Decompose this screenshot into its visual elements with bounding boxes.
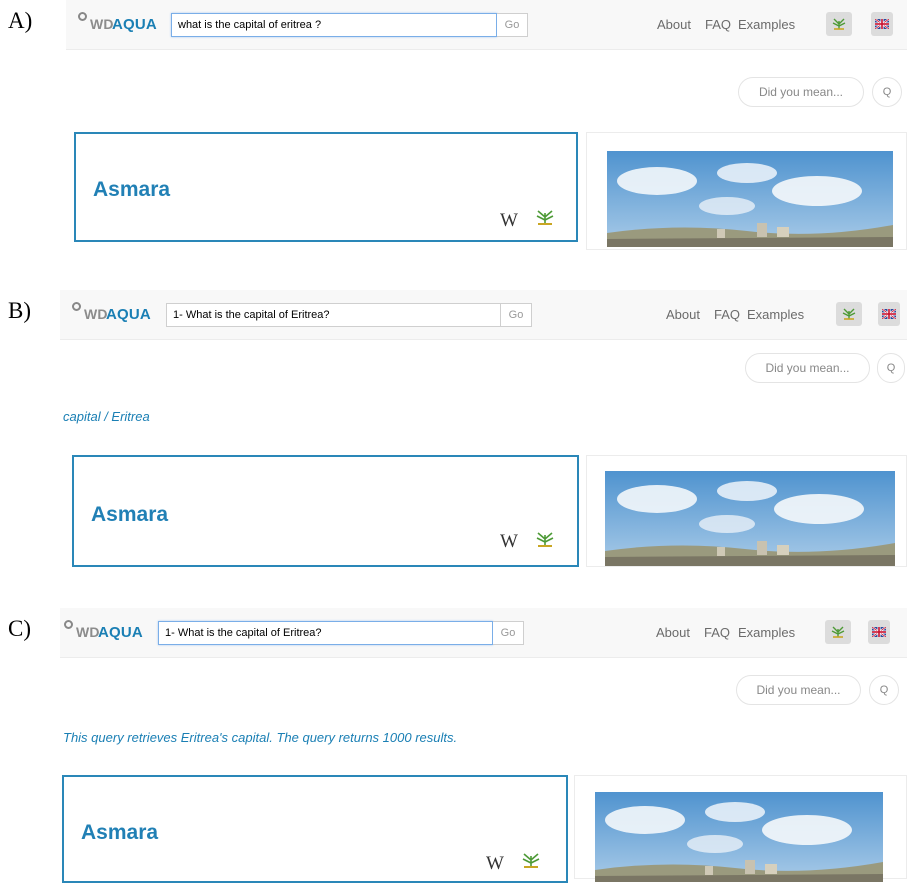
language-button[interactable] <box>871 12 893 36</box>
app-logo[interactable]: WD AQUA <box>72 302 164 328</box>
wikidata-logo-button[interactable] <box>826 12 852 36</box>
answer-label: Asmara <box>93 178 171 201</box>
language-button[interactable] <box>878 302 900 326</box>
nav-examples-link[interactable]: Examples <box>738 17 795 32</box>
wikidata-icon[interactable] <box>534 208 556 226</box>
logo-wd-text: WD <box>90 16 114 32</box>
uk-flag-icon <box>872 627 886 637</box>
go-button[interactable]: Go <box>497 13 528 37</box>
answer-image-card <box>574 775 907 882</box>
panel-label: B) <box>8 298 31 323</box>
search-input[interactable] <box>171 13 497 37</box>
panel-label: A) <box>8 8 33 33</box>
nav-faq-link[interactable]: FAQ <box>704 625 730 640</box>
did-you-mean-button[interactable]: Did you mean... <box>738 77 864 107</box>
panel-a: A) WD AQUA Go About FAQ Examples Did you… <box>0 0 907 270</box>
logo-aqua-text: AQUA <box>106 306 151 323</box>
wikidata-logo-button[interactable] <box>836 302 862 326</box>
panel-label: C) <box>8 616 31 641</box>
answer-card[interactable]: Asmara W <box>72 455 579 567</box>
panel-c: C) WD AQUA Go About FAQ Examples Did you… <box>0 608 907 883</box>
logo-ring-icon <box>78 12 87 21</box>
logo-wd-text: WD <box>76 624 100 640</box>
query-button[interactable]: Q <box>877 353 905 383</box>
logo-ring-icon <box>72 302 81 311</box>
nav-about-link[interactable]: About <box>666 307 700 322</box>
did-you-mean-button[interactable]: Did you mean... <box>736 675 861 705</box>
nav-examples-link[interactable]: Examples <box>747 307 804 322</box>
answer-card[interactable]: Asmara W <box>62 775 568 883</box>
interpretation-text: This query retrieves Eritrea's capital. … <box>63 730 458 745</box>
app-logo[interactable]: WD AQUA <box>78 12 170 38</box>
answer-image-card <box>586 132 907 250</box>
logo-wd-text: WD <box>84 306 108 322</box>
go-button[interactable]: Go <box>493 621 524 645</box>
wikipedia-icon[interactable]: W <box>500 210 518 232</box>
wikidata-icon <box>831 626 845 638</box>
wikipedia-icon[interactable]: W <box>500 531 518 553</box>
wikidata-icon <box>832 18 846 30</box>
logo-aqua-text: AQUA <box>98 624 143 641</box>
go-button[interactable]: Go <box>501 303 532 327</box>
logo-ring-icon <box>64 620 73 629</box>
wikidata-logo-button[interactable] <box>825 620 851 644</box>
nav-about-link[interactable]: About <box>657 17 691 32</box>
answer-image-card <box>586 455 907 567</box>
nav-about-link[interactable]: About <box>656 625 690 640</box>
answer-label: Asmara <box>81 821 159 844</box>
panel-b: B) WD AQUA Go About FAQ Examples Did you… <box>0 290 907 580</box>
query-button[interactable]: Q <box>869 675 899 705</box>
search-input[interactable] <box>158 621 493 645</box>
wikidata-icon[interactable] <box>534 530 556 548</box>
search-input[interactable] <box>166 303 501 327</box>
answer-card[interactable]: Asmara W <box>74 132 578 242</box>
uk-flag-icon <box>882 309 896 319</box>
wikidata-icon <box>842 308 856 320</box>
nav-faq-link[interactable]: FAQ <box>714 307 740 322</box>
app-logo[interactable]: WD AQUA <box>64 620 156 646</box>
query-button[interactable]: Q <box>872 77 902 107</box>
city-photo <box>595 792 883 882</box>
did-you-mean-button[interactable]: Did you mean... <box>745 353 870 383</box>
nav-faq-link[interactable]: FAQ <box>705 17 731 32</box>
city-photo <box>607 151 893 247</box>
logo-aqua-text: AQUA <box>112 16 157 33</box>
answer-label: Asmara <box>91 503 169 526</box>
nav-examples-link[interactable]: Examples <box>738 625 795 640</box>
wikipedia-icon[interactable]: W <box>486 853 504 875</box>
interpretation-text: capital / Eritrea <box>63 409 150 424</box>
city-photo <box>605 471 895 566</box>
language-button[interactable] <box>868 620 890 644</box>
wikidata-icon[interactable] <box>520 851 542 869</box>
uk-flag-icon <box>875 19 889 29</box>
